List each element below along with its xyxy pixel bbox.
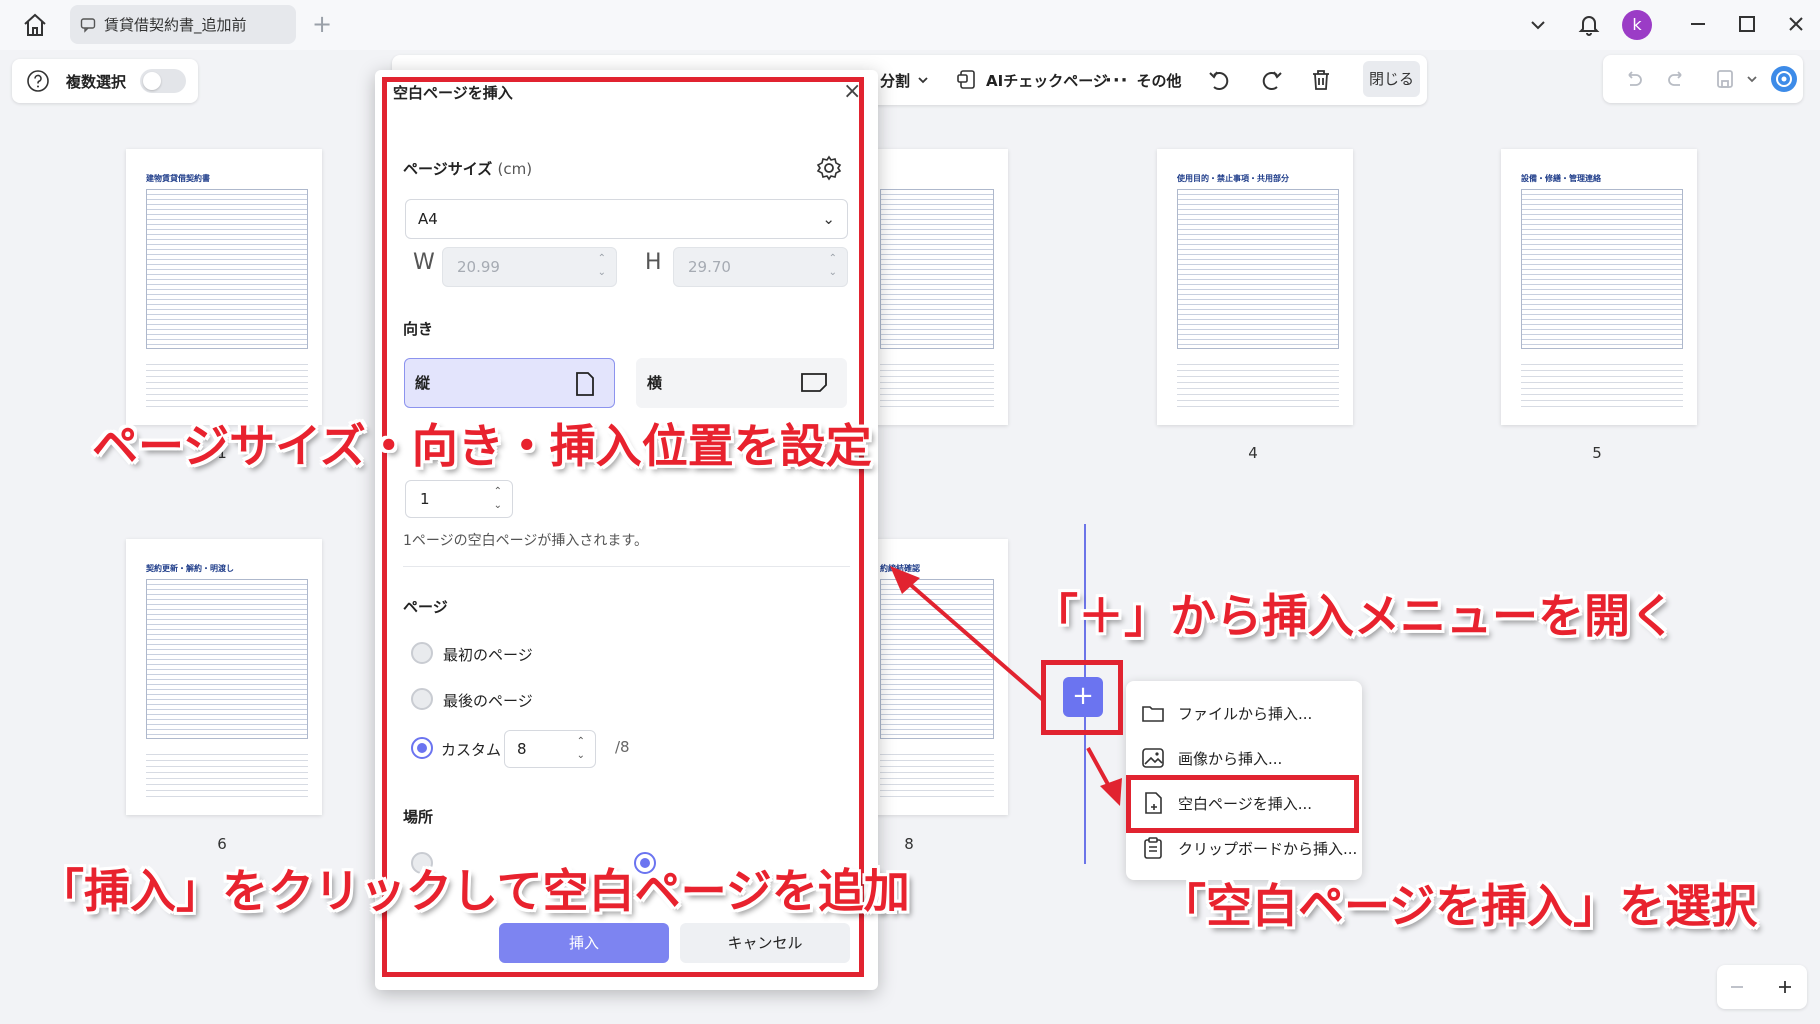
- undo-icon[interactable]: [1621, 67, 1645, 91]
- zoom-bar: [1717, 965, 1807, 1009]
- new-tab-plus-icon[interactable]: +: [312, 10, 332, 38]
- close-window-icon[interactable]: [1784, 12, 1808, 36]
- redo-icon[interactable]: [1665, 67, 1689, 91]
- avatar[interactable]: k: [1622, 10, 1652, 40]
- annotation-select-blank: 「空白ページを挿入」を選択: [1160, 879, 1758, 933]
- chevron-down-icon: [918, 77, 928, 84]
- multi-select-label: 複数選択: [66, 72, 127, 91]
- page-thumbnail-title: 使用目的・禁止事項・共用部分: [1177, 174, 1289, 183]
- multi-select-bar: 複数選択: [12, 59, 198, 103]
- save-icon[interactable]: [1713, 67, 1737, 91]
- clipboard-icon: [1144, 837, 1162, 859]
- annotation-settings: ページサイズ・向き・挿入位置を設定: [92, 419, 872, 473]
- page-thumbnail-5[interactable]: 設備・修繕・管理連絡: [1501, 149, 1697, 425]
- image-icon: [1142, 748, 1164, 768]
- page-thumbnail-title: 建物賃貸借契約書: [146, 174, 210, 183]
- zoom-out-icon[interactable]: [1727, 977, 1747, 997]
- close-page-mode-button[interactable]: 閉じる: [1363, 61, 1420, 97]
- ai-document-icon: [957, 70, 975, 89]
- menu-item-label: ファイルから挿入...: [1178, 704, 1313, 723]
- help-icon[interactable]: [26, 69, 50, 93]
- ai-assistant-icon[interactable]: [1771, 66, 1797, 92]
- document-tab-label: 賃貸借契約書_追加前: [104, 16, 247, 34]
- rotate-right-icon: [1262, 71, 1282, 90]
- multi-select-toggle[interactable]: [140, 69, 187, 93]
- plus-highlight-frame: [1041, 660, 1123, 735]
- document-tab[interactable]: 賃貸借契約書_追加前: [70, 5, 296, 44]
- dialog-highlight-frame: [382, 77, 864, 977]
- page-thumbnail-6[interactable]: 契約更新・解約・明渡し: [126, 539, 322, 815]
- menu-item-label: 画像から挿入...: [1178, 749, 1283, 768]
- page-thumbnail-3[interactable]: [862, 149, 1008, 425]
- page-thumbnail-title: 設備・修繕・管理連絡: [1521, 174, 1601, 183]
- folder-icon: [1142, 706, 1164, 722]
- more-button[interactable]: ··· その他: [1105, 55, 1182, 105]
- page-thumbnail-4[interactable]: 使用目的・禁止事項・共用部分: [1157, 149, 1353, 425]
- rotate-left-button[interactable]: [1206, 55, 1240, 105]
- page-thumbnail-title: 約締結確認: [880, 564, 920, 573]
- page-thumbnail-1[interactable]: 建物賃貸借契約書: [126, 149, 322, 425]
- ai-check-label: AIチェックページ: [986, 71, 1108, 90]
- minimize-icon[interactable]: [1686, 12, 1710, 36]
- split-button[interactable]: 分割: [880, 55, 936, 105]
- ai-check-button[interactable]: AIチェックページ: [956, 55, 1108, 105]
- chevron-down-icon[interactable]: [1745, 72, 1759, 86]
- bell-icon[interactable]: [1576, 11, 1602, 37]
- chevron-down-icon[interactable]: [1527, 14, 1549, 36]
- page-number: 8: [904, 835, 914, 853]
- page-number: 5: [1592, 444, 1602, 462]
- home-icon[interactable]: [20, 10, 50, 40]
- title-bar: 賃貸借契約書_追加前 + k: [0, 0, 1820, 50]
- comment-icon: [80, 17, 96, 33]
- more-dots-icon: ···: [1105, 69, 1129, 91]
- zoom-in-icon[interactable]: [1775, 977, 1795, 997]
- menu-item-insert-from-image[interactable]: 画像から挿入...: [1140, 738, 1282, 778]
- annotation-click-insert: 「挿入」をクリックして空白ページを追加: [38, 864, 910, 918]
- menu-item-insert-from-clipboard[interactable]: クリップボードから挿入...: [1140, 828, 1357, 868]
- page-number: 6: [217, 835, 227, 853]
- menu-item-label: クリップボードから挿入...: [1178, 839, 1358, 858]
- split-label: 分割: [880, 71, 911, 90]
- annotation-open-menu: 「＋」から挿入メニューを開く: [1032, 589, 1676, 643]
- menu-item-insert-from-file[interactable]: ファイルから挿入...: [1140, 693, 1312, 733]
- page-thumbnail-title: 契約更新・解約・明渡し: [146, 564, 234, 573]
- delete-button[interactable]: [1308, 55, 1340, 105]
- rotate-right-button[interactable]: [1257, 55, 1291, 105]
- page-thumbnail-8[interactable]: 約締結確認: [862, 539, 1008, 815]
- blank-page-highlight-frame: [1126, 775, 1359, 833]
- more-label: その他: [1136, 71, 1182, 90]
- maximize-icon[interactable]: [1735, 12, 1759, 36]
- page-number: 4: [1248, 444, 1258, 462]
- rotate-left-icon: [1209, 71, 1229, 90]
- history-toolbar: [1603, 55, 1803, 103]
- trash-icon: [1313, 70, 1329, 90]
